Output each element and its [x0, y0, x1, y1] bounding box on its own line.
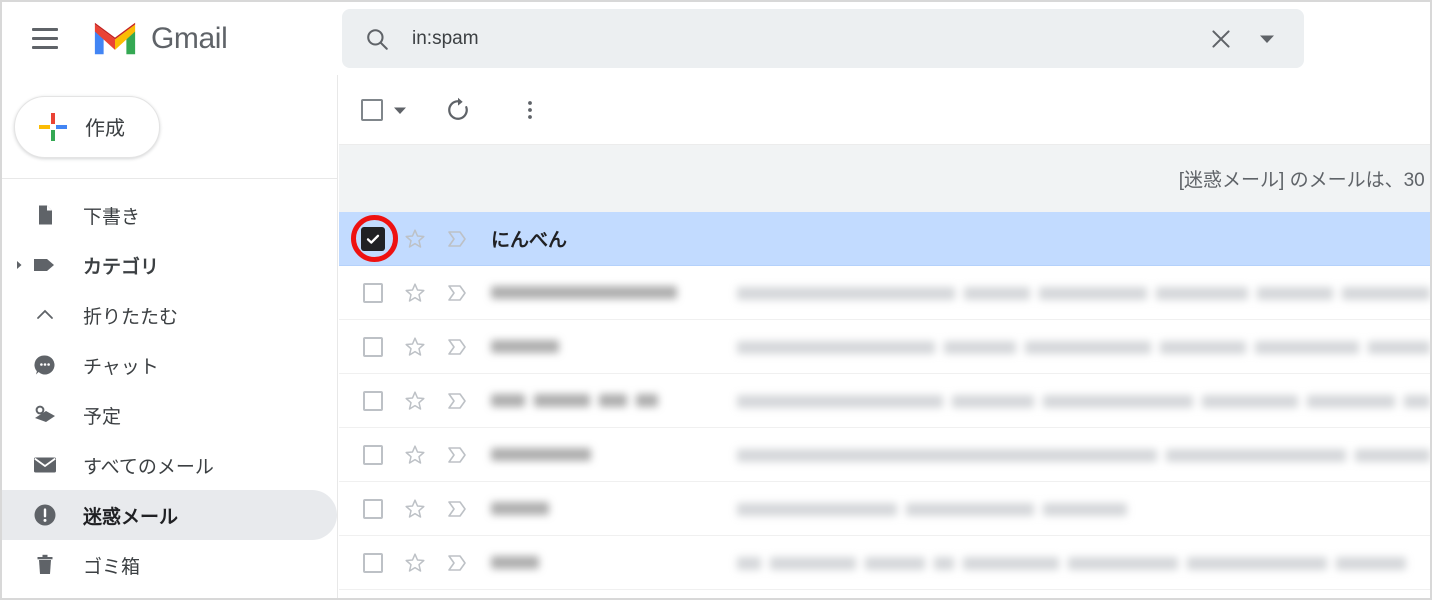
mail-list-pane: [迷惑メール] のメールは、30 日後 にんべん [339, 75, 1430, 598]
row-subject [737, 282, 1430, 303]
row-checkbox[interactable] [361, 335, 385, 359]
more-vertical-icon[interactable] [508, 88, 552, 132]
sidebar: 作成 下書きカテゴリ折りたたむチャット予定すべてのメール迷惑メールゴミ箱 [Ima… [2, 75, 338, 598]
menu-icon[interactable] [28, 22, 62, 56]
chat-bubble-icon [32, 352, 58, 378]
sidebar-item-3[interactable]: チャット [2, 340, 337, 390]
chevron-down-icon[interactable] [392, 102, 408, 118]
row-checkbox[interactable] [361, 281, 385, 305]
search-icon[interactable] [364, 26, 390, 52]
row-sender [491, 498, 737, 520]
table-row[interactable] [339, 266, 1430, 320]
search-bar[interactable] [342, 9, 1304, 68]
sidebar-item-0[interactable]: 下書き [2, 190, 337, 240]
draft-document-icon [32, 202, 58, 228]
table-row[interactable]: にんべん [339, 212, 1430, 266]
spaces-icon [32, 402, 58, 428]
top-bar: Gmail [2, 2, 1430, 75]
spam-alert-icon [32, 502, 58, 528]
chevron-up-icon [32, 302, 58, 328]
sidebar-item-4[interactable]: 予定 [2, 390, 337, 440]
sidebar-item-label: 折りたたむ [83, 306, 179, 328]
brand-name: Gmail [151, 21, 228, 55]
sidebar-item-label: カテゴリ [83, 256, 160, 278]
star-outline-icon[interactable] [403, 227, 427, 251]
star-outline-icon[interactable] [403, 497, 427, 521]
table-row[interactable] [339, 482, 1430, 536]
important-marker-icon[interactable] [445, 281, 469, 305]
mail-envelope-icon [32, 452, 58, 478]
gmail-window: Gmail in:spam 作成 下書き カテゴリ 折りたたむ チャット 予定 … [0, 0, 1432, 600]
row-sender [491, 552, 737, 574]
star-outline-icon[interactable] [403, 335, 427, 359]
star-outline-icon[interactable] [403, 281, 427, 305]
row-checkbox[interactable] [361, 443, 385, 467]
row-subject [737, 552, 1430, 573]
star-outline-icon[interactable] [403, 389, 427, 413]
gmail-logo-icon [94, 22, 136, 55]
star-outline-icon[interactable] [403, 443, 427, 467]
checkbox-icon[interactable] [361, 98, 383, 121]
row-sender [491, 444, 737, 466]
chevron-right-icon[interactable] [12, 258, 26, 272]
search-input[interactable] [412, 27, 1198, 50]
refresh-icon[interactable] [436, 88, 480, 132]
sidebar-item-label: ゴミ箱 [83, 556, 141, 578]
sidebar-item-6[interactable]: 迷惑メール [2, 490, 337, 540]
row-checkbox[interactable] [361, 226, 385, 251]
important-marker-icon[interactable] [445, 443, 469, 467]
close-icon[interactable] [1198, 16, 1244, 62]
label-tag-icon [32, 252, 58, 278]
important-marker-icon[interactable] [445, 335, 469, 359]
compose-button[interactable]: 作成 [14, 95, 160, 158]
sidebar-item-label: 迷惑メール [83, 506, 179, 528]
sidebar-item-label: 下書き [83, 206, 141, 228]
trash-icon [32, 552, 58, 578]
row-subject [737, 336, 1430, 357]
table-row[interactable] [339, 374, 1430, 428]
banner-text: [迷惑メール] のメールは、30 日後 [1178, 170, 1430, 191]
sidebar-item-1[interactable]: カテゴリ [2, 240, 337, 290]
row-subject [737, 390, 1430, 411]
compose-label: 作成 [85, 118, 125, 140]
sidebar-nav: 下書きカテゴリ折りたたむチャット予定すべてのメール迷惑メールゴミ箱 [Imap]/… [2, 179, 337, 598]
sidebar-item-2[interactable]: 折りたたむ [2, 290, 337, 340]
plus-icon [39, 112, 67, 141]
row-sender [491, 336, 737, 358]
row-checkbox[interactable] [361, 389, 385, 413]
table-row[interactable] [339, 428, 1430, 482]
list-toolbar [339, 75, 1430, 145]
sidebar-item-label: チャット [83, 356, 159, 378]
important-marker-icon[interactable] [445, 389, 469, 413]
row-subject [737, 444, 1430, 465]
gmail-logo[interactable]: Gmail [92, 21, 228, 56]
row-sender [491, 390, 737, 412]
table-row[interactable] [339, 320, 1430, 374]
important-marker-icon[interactable] [445, 497, 469, 521]
row-sender [491, 282, 737, 304]
chevron-down-icon[interactable] [1244, 16, 1290, 62]
row-subject [737, 498, 1430, 519]
sidebar-item-label: すべてのメール [83, 456, 214, 478]
compose-row: 作成 [2, 75, 337, 178]
important-marker-icon[interactable] [445, 551, 469, 575]
sidebar-item-7[interactable]: ゴミ箱 [2, 540, 337, 590]
row-checkbox[interactable] [361, 551, 385, 575]
select-all-control[interactable] [361, 98, 408, 121]
sidebar-item-5[interactable]: すべてのメール [2, 440, 337, 490]
sidebar-item-8[interactable]: [Imap]/Trash [2, 590, 337, 598]
spam-retention-banner: [迷惑メール] のメールは、30 日後 [339, 145, 1430, 212]
table-row[interactable] [339, 536, 1430, 590]
row-checkbox[interactable] [361, 497, 385, 521]
email-rows: にんべん [339, 212, 1430, 590]
row-sender: にんべん [491, 230, 568, 251]
sidebar-item-label: 予定 [83, 406, 122, 428]
star-outline-icon[interactable] [403, 551, 427, 575]
important-marker-icon[interactable] [445, 227, 469, 251]
